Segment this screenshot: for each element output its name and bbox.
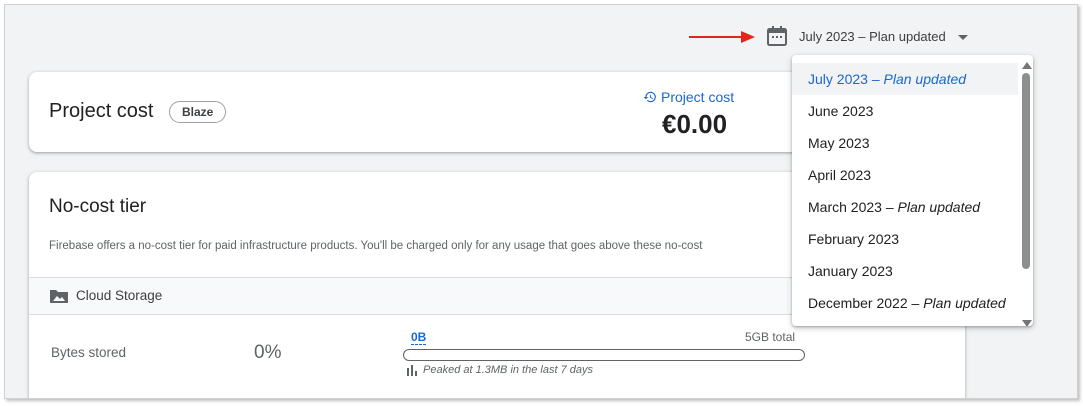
- project-cost-label: Project cost: [661, 89, 735, 105]
- dropdown-option-note: Plan updated: [923, 295, 1006, 311]
- caret-down-icon: [957, 34, 968, 40]
- usage-progress-bar: [403, 349, 805, 361]
- period-select-value: July 2023 – Plan updated: [799, 28, 946, 44]
- dropdown-option-month: April 2023: [808, 167, 872, 183]
- dropdown-option[interactable]: June 2023: [792, 95, 1018, 127]
- firebase-usage-page: July 2023 – Plan updated Project cost Bl…: [4, 4, 1078, 399]
- folder-image-icon: [50, 290, 68, 303]
- dropdown-option-month: March 2023: [808, 199, 882, 215]
- no-cost-tier-title: No-cost tier: [49, 196, 147, 217]
- red-arrow-annotation: [689, 31, 755, 43]
- dropdown-option-month: May 2023: [808, 135, 870, 151]
- cloud-storage-label: Cloud Storage: [76, 288, 163, 303]
- usage-used-value[interactable]: 0B: [411, 330, 427, 345]
- dropdown-scrollbar-thumb[interactable]: [1022, 73, 1030, 269]
- project-cost-title: Project cost: [49, 100, 154, 122]
- scroll-up-arrow-icon[interactable]: [1022, 62, 1032, 69]
- dropdown-option-note: Plan updated: [883, 71, 967, 87]
- dropdown-option[interactable]: July 2023 – Plan updated: [792, 63, 1018, 95]
- dropdown-option-month: July 2023: [808, 71, 868, 87]
- billing-period-select[interactable]: July 2023 – Plan updated: [799, 24, 968, 48]
- dropdown-option-month: January 2023: [808, 263, 893, 279]
- dropdown-option-separator: –: [907, 295, 924, 311]
- billing-period-list: July 2023 – Plan updated June 2023 May 202…: [792, 63, 1018, 326]
- dropdown-option[interactable]: February 2023: [792, 223, 1018, 255]
- usage-total-value: 5GB total: [745, 330, 796, 344]
- dropdown-option[interactable]: January 2023: [792, 255, 1018, 287]
- calendar-icon[interactable]: [765, 24, 789, 48]
- usage-row-label: Bytes stored: [51, 345, 127, 360]
- bar-chart-icon: [407, 364, 417, 376]
- scroll-down-arrow-icon[interactable]: [1022, 320, 1032, 326]
- usage-peak-note: Peaked at 1.3MB in the last 7 days: [407, 364, 593, 376]
- project-cost-value: €0.00: [662, 109, 728, 139]
- plan-badge: Blaze: [169, 101, 227, 123]
- dropdown-option-month: June 2023: [808, 103, 874, 119]
- usage-peak-text: Peaked at 1.3MB in the last 7 days: [423, 364, 593, 376]
- dropdown-option-separator: –: [881, 199, 898, 215]
- history-icon: [643, 91, 656, 103]
- billing-period-dropdown[interactable]: July 2023 – Plan updated June 2023 May 202…: [792, 55, 1033, 326]
- project-cost-link[interactable]: Project cost: [643, 89, 734, 105]
- dropdown-option-month: February 2023: [808, 231, 900, 247]
- usage-row-percent: 0%: [254, 342, 282, 363]
- dropdown-option[interactable]: November 2022: [792, 319, 1018, 326]
- dropdown-option[interactable]: April 2023: [792, 159, 1018, 191]
- dropdown-option[interactable]: May 2023: [792, 127, 1018, 159]
- dropdown-option[interactable]: December 2022 – Plan updated: [792, 287, 1018, 319]
- dropdown-option-note: Plan updated: [897, 199, 981, 215]
- dropdown-option[interactable]: March 2023 – Plan updated: [792, 191, 1018, 223]
- dropdown-option-month: December 2022: [808, 295, 908, 311]
- dropdown-option-separator: –: [867, 71, 884, 87]
- no-cost-tier-description: Firebase offers a no-cost tier for paid …: [49, 240, 703, 252]
